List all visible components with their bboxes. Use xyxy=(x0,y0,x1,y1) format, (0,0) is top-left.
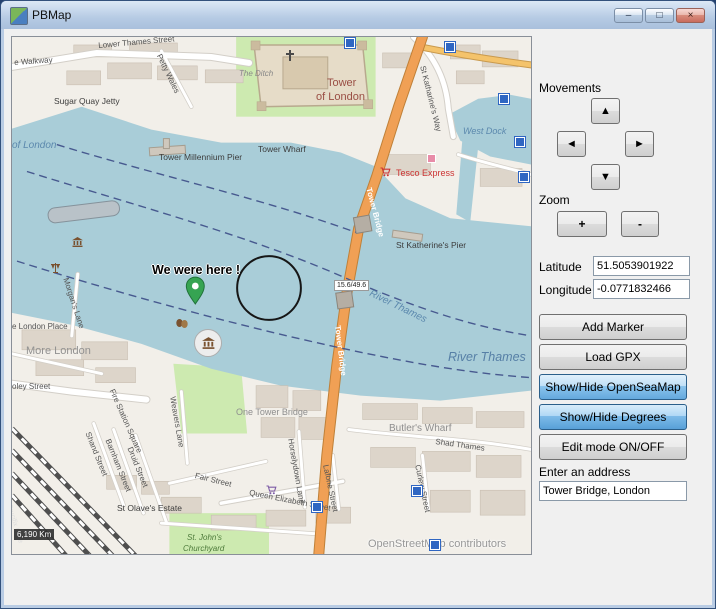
move-left-button[interactable]: ◄ xyxy=(557,131,586,157)
edit-mode-button[interactable]: Edit mode ON/OFF xyxy=(539,434,687,460)
move-right-button[interactable]: ► xyxy=(625,131,654,157)
longitude-input[interactable] xyxy=(593,279,690,299)
toggle-openseamap-button[interactable]: Show/Hide OpenSeaMap xyxy=(539,374,687,400)
zoom-in-button[interactable]: + xyxy=(557,211,607,237)
address-label: Enter an address xyxy=(539,465,630,479)
latitude-input[interactable] xyxy=(593,256,690,276)
movements-label: Movements xyxy=(539,81,601,95)
window-controls: – □ × xyxy=(614,8,705,23)
load-gpx-button[interactable]: Load GPX xyxy=(539,344,687,370)
move-down-button[interactable]: ▼ xyxy=(591,164,620,190)
latitude-label: Latitude xyxy=(539,260,582,274)
app-window: PBMap – □ × xyxy=(0,0,716,609)
app-icon xyxy=(10,7,28,25)
control-panel: Movements ▲ ◄ ► ▼ Zoom + - Latitude Long… xyxy=(4,29,712,605)
zoom-out-button[interactable]: - xyxy=(621,211,659,237)
toggle-degrees-button[interactable]: Show/Hide Degrees xyxy=(539,404,687,430)
maximize-button[interactable]: □ xyxy=(645,8,674,23)
address-input[interactable] xyxy=(539,481,687,501)
titlebar[interactable]: PBMap – □ × xyxy=(1,1,715,29)
longitude-label: Longitude xyxy=(539,283,592,297)
zoom-label: Zoom xyxy=(539,193,570,207)
client-area: e Walkway Lower Thames Street Petty Wale… xyxy=(4,29,712,605)
move-up-button[interactable]: ▲ xyxy=(591,98,620,124)
minimize-button[interactable]: – xyxy=(614,8,643,23)
window-title: PBMap xyxy=(32,8,71,22)
close-button[interactable]: × xyxy=(676,8,705,23)
add-marker-button[interactable]: Add Marker xyxy=(539,314,687,340)
